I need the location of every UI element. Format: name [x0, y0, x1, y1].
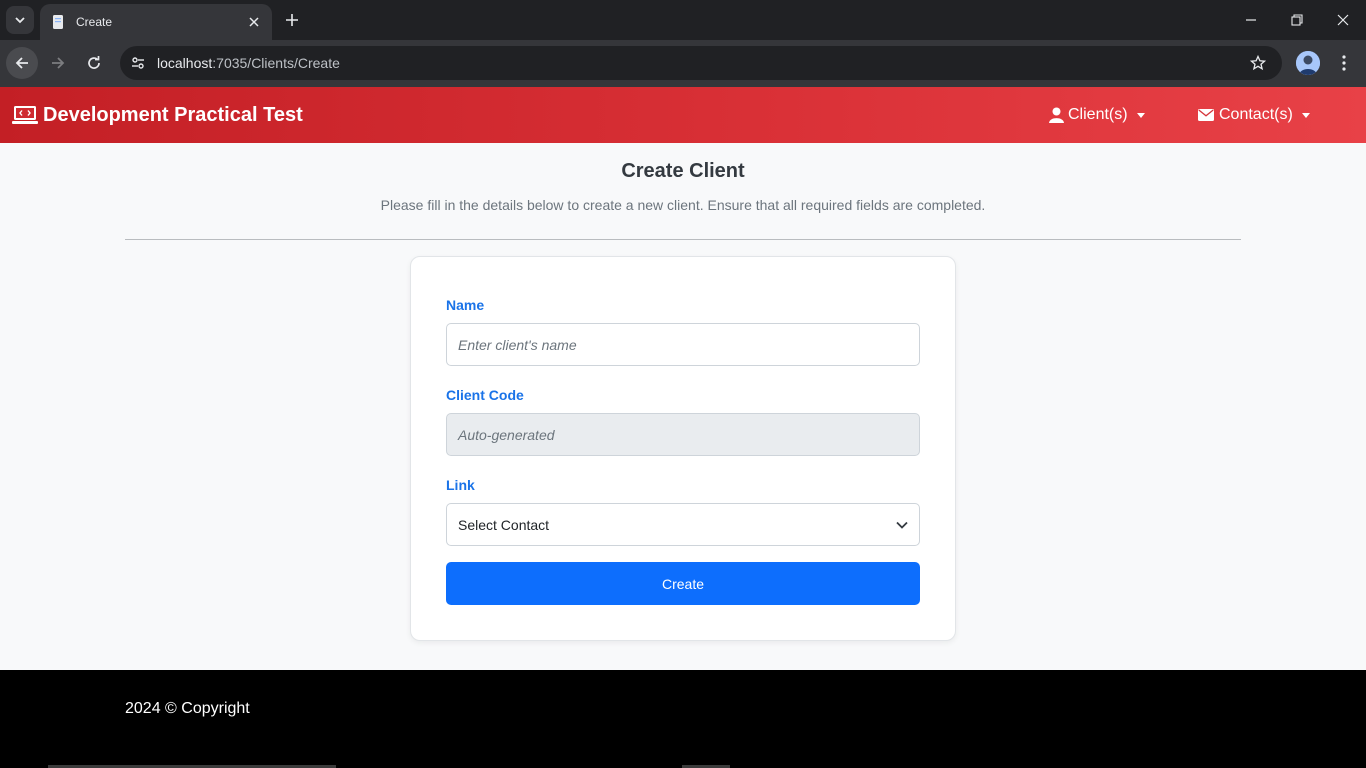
- nav-clients-dropdown[interactable]: Client(s): [1049, 87, 1145, 143]
- restore-button[interactable]: [1274, 0, 1320, 40]
- address-bar[interactable]: localhost:7035/Clients/Create: [120, 46, 1282, 80]
- new-tab-button[interactable]: [280, 8, 304, 32]
- link-contact-select[interactable]: Select Contact: [446, 503, 920, 546]
- chevron-down-icon: [15, 17, 25, 24]
- name-input[interactable]: Enter client's name: [446, 323, 920, 366]
- browser-menu-button[interactable]: [1332, 49, 1356, 77]
- nav-contacts-dropdown[interactable]: Contact(s): [1198, 87, 1310, 143]
- page-footer: 2024 © Copyright: [0, 670, 1366, 768]
- profile-avatar[interactable]: [1296, 51, 1320, 75]
- reload-button[interactable]: [78, 47, 110, 79]
- tune-icon: [132, 57, 144, 69]
- bookmark-button[interactable]: [1244, 49, 1272, 77]
- chevron-down-icon: [896, 521, 908, 529]
- client-code-input: Auto-generated: [446, 413, 920, 456]
- browser-toolbar: localhost:7035/Clients/Create: [0, 40, 1366, 87]
- window-close-button[interactable]: [1320, 0, 1366, 40]
- restore-icon: [1291, 14, 1303, 26]
- arrow-left-icon: [15, 57, 28, 69]
- reload-icon: [88, 56, 100, 69]
- arrow-right-icon: [52, 57, 65, 69]
- name-label: Name: [446, 297, 485, 313]
- close-icon: [1337, 14, 1349, 26]
- site-info-button[interactable]: [124, 49, 152, 77]
- url-text: localhost:7035/Clients/Create: [157, 55, 1244, 71]
- more-vert-icon: [1342, 55, 1346, 71]
- forward-button[interactable]: [42, 47, 74, 79]
- app-navbar: Development Practical Test Client(s) Con…: [0, 87, 1366, 143]
- caret-down-icon: [1136, 112, 1145, 118]
- link-select-value: Select Contact: [458, 516, 550, 533]
- star-icon: [1250, 55, 1266, 71]
- plus-icon: [286, 14, 298, 26]
- user-icon: [1049, 107, 1064, 123]
- url-host: localhost: [157, 55, 213, 71]
- url-path: :7035/Clients/Create: [212, 55, 340, 71]
- client-code-label: Client Code: [446, 387, 524, 403]
- browser-tabstrip: Create: [0, 0, 1366, 40]
- brand-title: Development Practical Test: [43, 103, 303, 126]
- nav-contacts-label: Contact(s): [1219, 106, 1293, 123]
- tab-title: Create: [76, 15, 113, 29]
- document-icon: [53, 15, 63, 29]
- nav-clients-label: Client(s): [1068, 106, 1128, 123]
- minimize-button[interactable]: [1228, 0, 1274, 40]
- navbar-brand[interactable]: Development Practical Test: [12, 87, 303, 143]
- create-button[interactable]: Create: [446, 562, 920, 605]
- minimize-icon: [1246, 19, 1256, 21]
- tab-close-button[interactable]: [246, 14, 262, 30]
- link-label: Link: [446, 477, 475, 493]
- caret-down-icon: [1301, 112, 1310, 118]
- envelope-icon: [1198, 109, 1214, 121]
- footer-copyright: 2024 © Copyright: [125, 700, 250, 717]
- browser-tab-active[interactable]: Create: [40, 4, 272, 40]
- page-subtitle: Please fill in the details below to crea…: [380, 197, 986, 213]
- page-title: Create Client: [621, 160, 745, 182]
- close-icon: [249, 17, 259, 27]
- divider: [125, 239, 1241, 240]
- tab-search-button[interactable]: [6, 6, 34, 34]
- avatar-icon: [1296, 51, 1320, 75]
- laptop-code-icon: [12, 106, 38, 124]
- back-button[interactable]: [6, 47, 38, 79]
